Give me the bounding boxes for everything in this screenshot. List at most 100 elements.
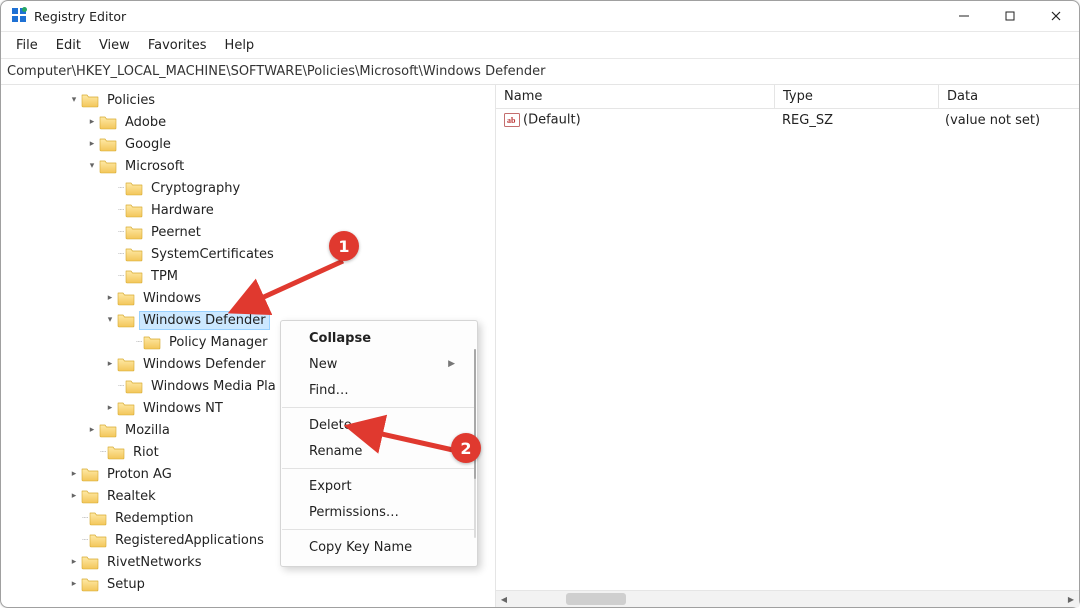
tree-node-label: RivetNetworks xyxy=(103,553,206,572)
context-menu-item-label: Copy Key Name xyxy=(309,540,412,555)
menu-favorites[interactable]: Favorites xyxy=(139,35,216,56)
tree-node[interactable]: Adobe xyxy=(1,111,495,133)
details-row[interactable]: ab(Default)REG_SZ(value not set) xyxy=(496,109,1079,131)
folder-icon xyxy=(125,224,147,241)
context-menu-item[interactable]: Permissions… xyxy=(281,499,477,525)
tree-dotted-line: ┈ xyxy=(117,205,125,216)
tree-dotted-line: ┈ xyxy=(117,271,125,282)
tree-node[interactable]: ┈Peernet xyxy=(1,221,495,243)
expand-chevron-icon[interactable] xyxy=(85,117,99,127)
folder-icon xyxy=(81,576,103,593)
expand-chevron-icon[interactable] xyxy=(67,579,81,589)
tree-node-label: Windows Media Pla xyxy=(147,377,280,396)
submenu-chevron-icon: ▶ xyxy=(448,359,455,369)
tree-node-label: Realtek xyxy=(103,487,160,506)
expand-chevron-icon[interactable] xyxy=(103,293,117,303)
expand-chevron-icon[interactable] xyxy=(85,161,99,171)
context-menu-item[interactable]: Find… xyxy=(281,377,477,403)
folder-icon xyxy=(81,554,103,571)
expand-chevron-icon[interactable] xyxy=(103,315,117,325)
details-hscroll[interactable]: ◀▶ xyxy=(496,590,1079,607)
context-menu-separator xyxy=(282,468,476,469)
tree-node-label: Windows xyxy=(139,289,205,308)
tree-node-label: SystemCertificates xyxy=(147,245,278,264)
svg-text:ab: ab xyxy=(507,116,516,125)
cell-name: ab(Default) xyxy=(496,112,774,128)
expand-chevron-icon[interactable] xyxy=(67,469,81,479)
column-header-name[interactable]: Name xyxy=(496,85,775,108)
tree-node-label: Setup xyxy=(103,575,149,594)
tree-dotted-line: ┈ xyxy=(117,249,125,260)
expand-chevron-icon[interactable] xyxy=(67,557,81,567)
menu-help[interactable]: Help xyxy=(216,35,264,56)
context-menu-item[interactable]: Rename xyxy=(281,438,477,464)
details-pane: Name Type Data ab(Default)REG_SZ(value n… xyxy=(496,85,1079,607)
context-menu-item[interactable]: Export xyxy=(281,473,477,499)
tree-dotted-line: ┈ xyxy=(99,447,107,458)
window-buttons xyxy=(941,1,1079,31)
menu-edit[interactable]: Edit xyxy=(47,35,90,56)
tree-node-label: Policies xyxy=(103,91,159,110)
maximize-button[interactable] xyxy=(987,1,1033,31)
folder-icon xyxy=(99,422,121,439)
folder-icon xyxy=(81,488,103,505)
registry-editor-window: Registry Editor File Edit View Favorites… xyxy=(0,0,1080,608)
tree-dotted-line: ┈ xyxy=(81,535,89,546)
tree-node-label: Mozilla xyxy=(121,421,174,440)
expand-chevron-icon[interactable] xyxy=(85,139,99,149)
tree-dotted-line: ┈ xyxy=(135,337,143,348)
tree-node-label: Policy Manager xyxy=(165,333,272,352)
folder-icon xyxy=(81,92,103,109)
folder-icon xyxy=(117,312,139,329)
column-header-type[interactable]: Type xyxy=(775,85,939,108)
folder-icon xyxy=(107,444,129,461)
folder-icon xyxy=(117,400,139,417)
tree-node[interactable]: Setup xyxy=(1,573,495,595)
tree-node-label: Google xyxy=(121,135,175,154)
tree-node[interactable]: ┈ TPM xyxy=(1,265,495,287)
context-menu-item-label: Rename xyxy=(309,444,362,459)
context-menu-item-label: Export xyxy=(309,479,352,494)
cell-type: REG_SZ xyxy=(774,113,937,128)
tree-node-label: Riot xyxy=(129,443,163,462)
tree-node[interactable]: Google xyxy=(1,133,495,155)
context-menu-item-label: Delete xyxy=(309,418,352,433)
folder-icon xyxy=(117,356,139,373)
context-menu-item[interactable]: Copy Key Name xyxy=(281,534,477,560)
tree-node-label: Cryptography xyxy=(147,179,244,198)
folder-icon xyxy=(81,466,103,483)
folder-icon xyxy=(125,246,147,263)
folder-icon xyxy=(99,114,121,131)
expand-chevron-icon[interactable] xyxy=(85,425,99,435)
expand-chevron-icon[interactable] xyxy=(103,359,117,369)
column-header-data[interactable]: Data xyxy=(939,85,1079,108)
tree-node[interactable]: ┈ SystemCertificates xyxy=(1,243,495,265)
context-menu-item[interactable]: Collapse xyxy=(281,325,477,351)
menu-view[interactable]: View xyxy=(90,35,139,56)
tree-node-label: Microsoft xyxy=(121,157,188,176)
context-menu-item[interactable]: Delete xyxy=(281,412,477,438)
expand-chevron-icon[interactable] xyxy=(103,403,117,413)
minimize-button[interactable] xyxy=(941,1,987,31)
context-menu-item-label: Find… xyxy=(309,383,349,398)
context-menu-item[interactable]: New▶ xyxy=(281,351,477,377)
folder-icon xyxy=(125,180,147,197)
tree-node-label: TPM xyxy=(147,267,182,286)
tree-node[interactable]: Windows xyxy=(1,287,495,309)
menubar: File Edit View Favorites Help xyxy=(1,32,1079,59)
folder-icon xyxy=(125,378,147,395)
expand-chevron-icon[interactable] xyxy=(67,491,81,501)
folder-icon xyxy=(125,202,147,219)
tree-node[interactable]: Microsoft xyxy=(1,155,495,177)
regedit-icon xyxy=(11,7,27,26)
tree-node[interactable]: Policies xyxy=(1,89,495,111)
address-path: Computer\HKEY_LOCAL_MACHINE\SOFTWARE\Pol… xyxy=(7,64,546,79)
menu-file[interactable]: File xyxy=(7,35,47,56)
tree-node-label: Redemption xyxy=(111,509,198,528)
tree-node[interactable]: ┈Cryptography xyxy=(1,177,495,199)
address-bar[interactable]: Computer\HKEY_LOCAL_MACHINE\SOFTWARE\Pol… xyxy=(1,59,1079,85)
tree-node[interactable]: ┈Hardware xyxy=(1,199,495,221)
close-button[interactable] xyxy=(1033,1,1079,31)
main-area: PoliciesAdobeGoogleMicrosoft┈Cryptograph… xyxy=(1,85,1079,607)
expand-chevron-icon[interactable] xyxy=(67,95,81,105)
